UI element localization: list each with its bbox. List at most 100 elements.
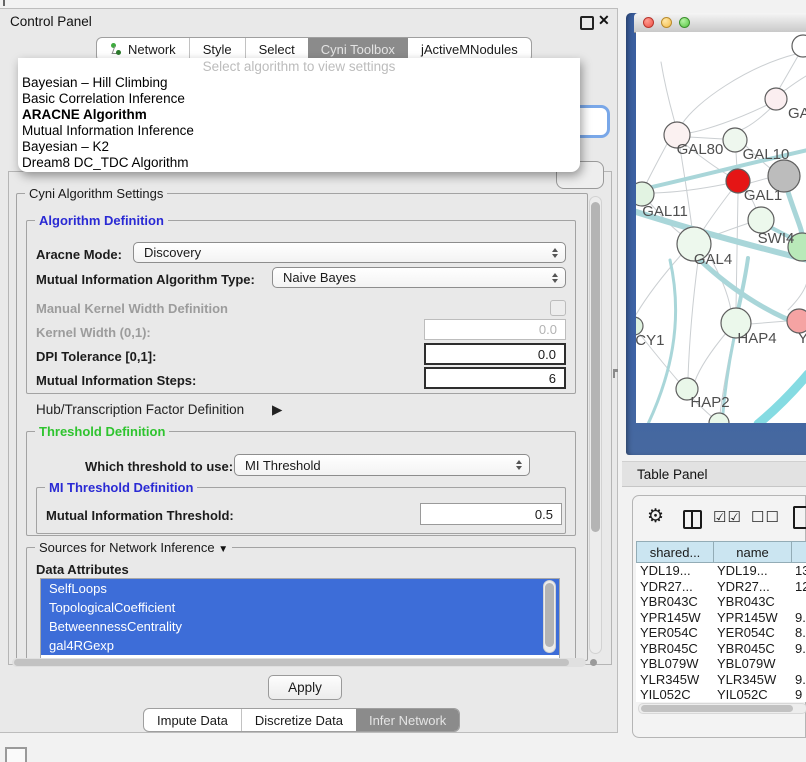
- zoom-traffic-light[interactable]: [679, 17, 690, 28]
- table-cell: YBL079W: [713, 656, 791, 671]
- column-header[interactable]: name: [713, 541, 791, 563]
- attribute-item[interactable]: SelfLoops: [41, 579, 559, 598]
- table-row[interactable]: YBL079WYBL079W: [636, 656, 806, 672]
- table-row[interactable]: YLR345WYLR345W9.: [636, 672, 806, 688]
- attribute-item[interactable]: BetweennessCentrality: [41, 617, 559, 636]
- dpi-tolerance-field[interactable]: 0.0: [424, 343, 566, 365]
- threshold-definition-title: Threshold Definition: [35, 424, 169, 439]
- table-cell: YDL19...: [713, 563, 791, 578]
- network-edge: [689, 137, 723, 139]
- network-node-label: GCY1: [636, 332, 664, 349]
- mi-threshold-field[interactable]: 0.5: [420, 503, 562, 525]
- table-cell: 9.: [791, 672, 806, 687]
- table-cell: YDR27...: [636, 579, 713, 594]
- settings-vertical-scrollbar[interactable]: [589, 196, 602, 654]
- network-node[interactable]: [709, 413, 729, 423]
- dropdown-item[interactable]: Mutual Information Inference: [18, 123, 580, 139]
- collapse-arrow-icon[interactable]: ▶: [272, 402, 282, 418]
- table-cell: YER054C: [636, 625, 713, 640]
- dropdown-items: Bayesian – Hill ClimbingBasic Correlatio…: [18, 75, 580, 170]
- gear-icon[interactable]: ⚙: [647, 507, 664, 526]
- table-cell: YBR043C: [636, 594, 713, 609]
- settings-horizontal-scrollbar[interactable]: [12, 658, 586, 667]
- table-row[interactable]: YIL052CYIL052C9: [636, 687, 806, 702]
- network-node-label: GAL4: [694, 251, 732, 268]
- network-edge: [788, 282, 806, 310]
- spinner-icon: [552, 273, 558, 283]
- network-node[interactable]: [792, 35, 806, 57]
- dropdown-item[interactable]: Dream8 DC_TDC Algorithm: [18, 155, 580, 171]
- dropdown-item[interactable]: Basic Correlation Inference: [18, 91, 580, 107]
- table-cell: YDL19...: [636, 563, 713, 578]
- close-window-icon[interactable]: ✕: [598, 12, 610, 29]
- float-window-icon[interactable]: [580, 16, 594, 30]
- network-edge: [688, 261, 698, 378]
- columns-icon[interactable]: [683, 510, 702, 529]
- tab-impute-data[interactable]: Impute Data: [144, 709, 241, 731]
- mi-threshold-label: Mutual Information Threshold:: [46, 508, 234, 523]
- tab-label: Select: [259, 42, 295, 57]
- attributes-scrollbar[interactable]: [543, 580, 556, 653]
- network-node-label: HAP2: [690, 394, 729, 411]
- control-panel-title: Control Panel: [10, 14, 92, 29]
- mouse-cursor: [611, 369, 618, 378]
- network-node-label: GAL1: [744, 187, 782, 204]
- hub-section-label[interactable]: Hub/Transcription Factor Definition: [36, 402, 244, 417]
- network-edge: [788, 192, 802, 234]
- table-row[interactable]: YBR043CYBR043C: [636, 594, 806, 610]
- tab-label: Network: [128, 42, 176, 57]
- aracne-mode-select[interactable]: Discovery: [133, 242, 566, 263]
- tab-infer-network[interactable]: Infer Network: [356, 709, 459, 731]
- network-window-titlebar[interactable]: [634, 13, 806, 33]
- network-node-label: GAL10: [743, 146, 790, 163]
- table-horizontal-scrollbar[interactable]: [638, 703, 806, 714]
- network-node-label: GAL11: [642, 203, 688, 220]
- apply-button[interactable]: Apply: [268, 675, 342, 700]
- expand-arrow-icon[interactable]: ▼: [218, 544, 228, 555]
- attribute-item[interactable]: gal4RGexp: [41, 636, 559, 655]
- data-attributes-list[interactable]: SelfLoopsTopologicalCoefficientBetweenne…: [40, 578, 560, 659]
- dropdown-placeholder: Select algorithm to view settings: [18, 58, 580, 75]
- minimized-panel-icon[interactable]: [5, 747, 27, 762]
- mi-steps-field[interactable]: 6: [424, 367, 566, 389]
- network-view-window: GALGAL80GAL10GAL1GAL11SWI4GAL4GCY1HAP4YH…: [626, 13, 806, 455]
- which-threshold-select[interactable]: MI Threshold: [234, 454, 530, 476]
- network-edge: [784, 76, 806, 91]
- tab-label: jActiveMNodules: [421, 42, 518, 57]
- table-row[interactable]: YER054CYER054C8.: [636, 625, 806, 641]
- select-all-checks-icon[interactable]: ☑☑: [713, 508, 742, 526]
- network-node-label: HAP4: [737, 330, 776, 347]
- cyni-settings-title: Cyni Algorithm Settings: [25, 186, 167, 201]
- tab-discretize-data[interactable]: Discretize Data: [241, 709, 356, 731]
- table-cell: YIL052C: [713, 687, 791, 702]
- dropdown-item[interactable]: Bayesian – Hill Climbing: [18, 75, 580, 91]
- table-row[interactable]: YPR145WYPR145W9.: [636, 610, 806, 626]
- kernel-width-field[interactable]: 0.0: [424, 319, 566, 340]
- table-row[interactable]: YDL19...YDL19...13: [636, 563, 806, 579]
- network-node[interactable]: [765, 88, 787, 110]
- column-header[interactable]: shared...: [636, 541, 713, 563]
- data-attributes-label: Data Attributes: [36, 562, 129, 577]
- table-panel-header: Table Panel: [622, 461, 806, 487]
- scrollbar-corner-dot: [590, 659, 597, 666]
- dropdown-item[interactable]: ARACNE Algorithm: [18, 107, 580, 123]
- dropdown-item[interactable]: Bayesian – K2: [18, 139, 580, 155]
- table-row[interactable]: YBR045CYBR045C9.: [636, 641, 806, 657]
- kernel-width-label: Kernel Width (0,1):: [36, 325, 151, 340]
- table-cell: YBR045C: [713, 641, 791, 656]
- deselect-all-checks-icon[interactable]: ☐☐: [751, 508, 780, 526]
- mi-type-select[interactable]: Naive Bayes: [272, 267, 566, 288]
- spinner-icon: [516, 460, 522, 470]
- network-edge: [689, 105, 767, 133]
- table-panel-title: Table Panel: [637, 467, 708, 482]
- attribute-item[interactable]: TopologicalCoefficient: [41, 598, 559, 617]
- document-icon[interactable]: [793, 506, 806, 529]
- minimize-traffic-light[interactable]: [661, 17, 672, 28]
- manual-kernel-checkbox[interactable]: [550, 300, 566, 316]
- network-canvas[interactable]: GALGAL80GAL10GAL1GAL11SWI4GAL4GCY1HAP4YH…: [636, 32, 806, 423]
- table-row[interactable]: YDR27...YDR27...12: [636, 579, 806, 595]
- table-cell: 8.: [791, 625, 806, 640]
- column-header[interactable]: [791, 541, 806, 563]
- tab-label: Discretize Data: [255, 713, 343, 728]
- close-traffic-light[interactable]: [643, 17, 654, 28]
